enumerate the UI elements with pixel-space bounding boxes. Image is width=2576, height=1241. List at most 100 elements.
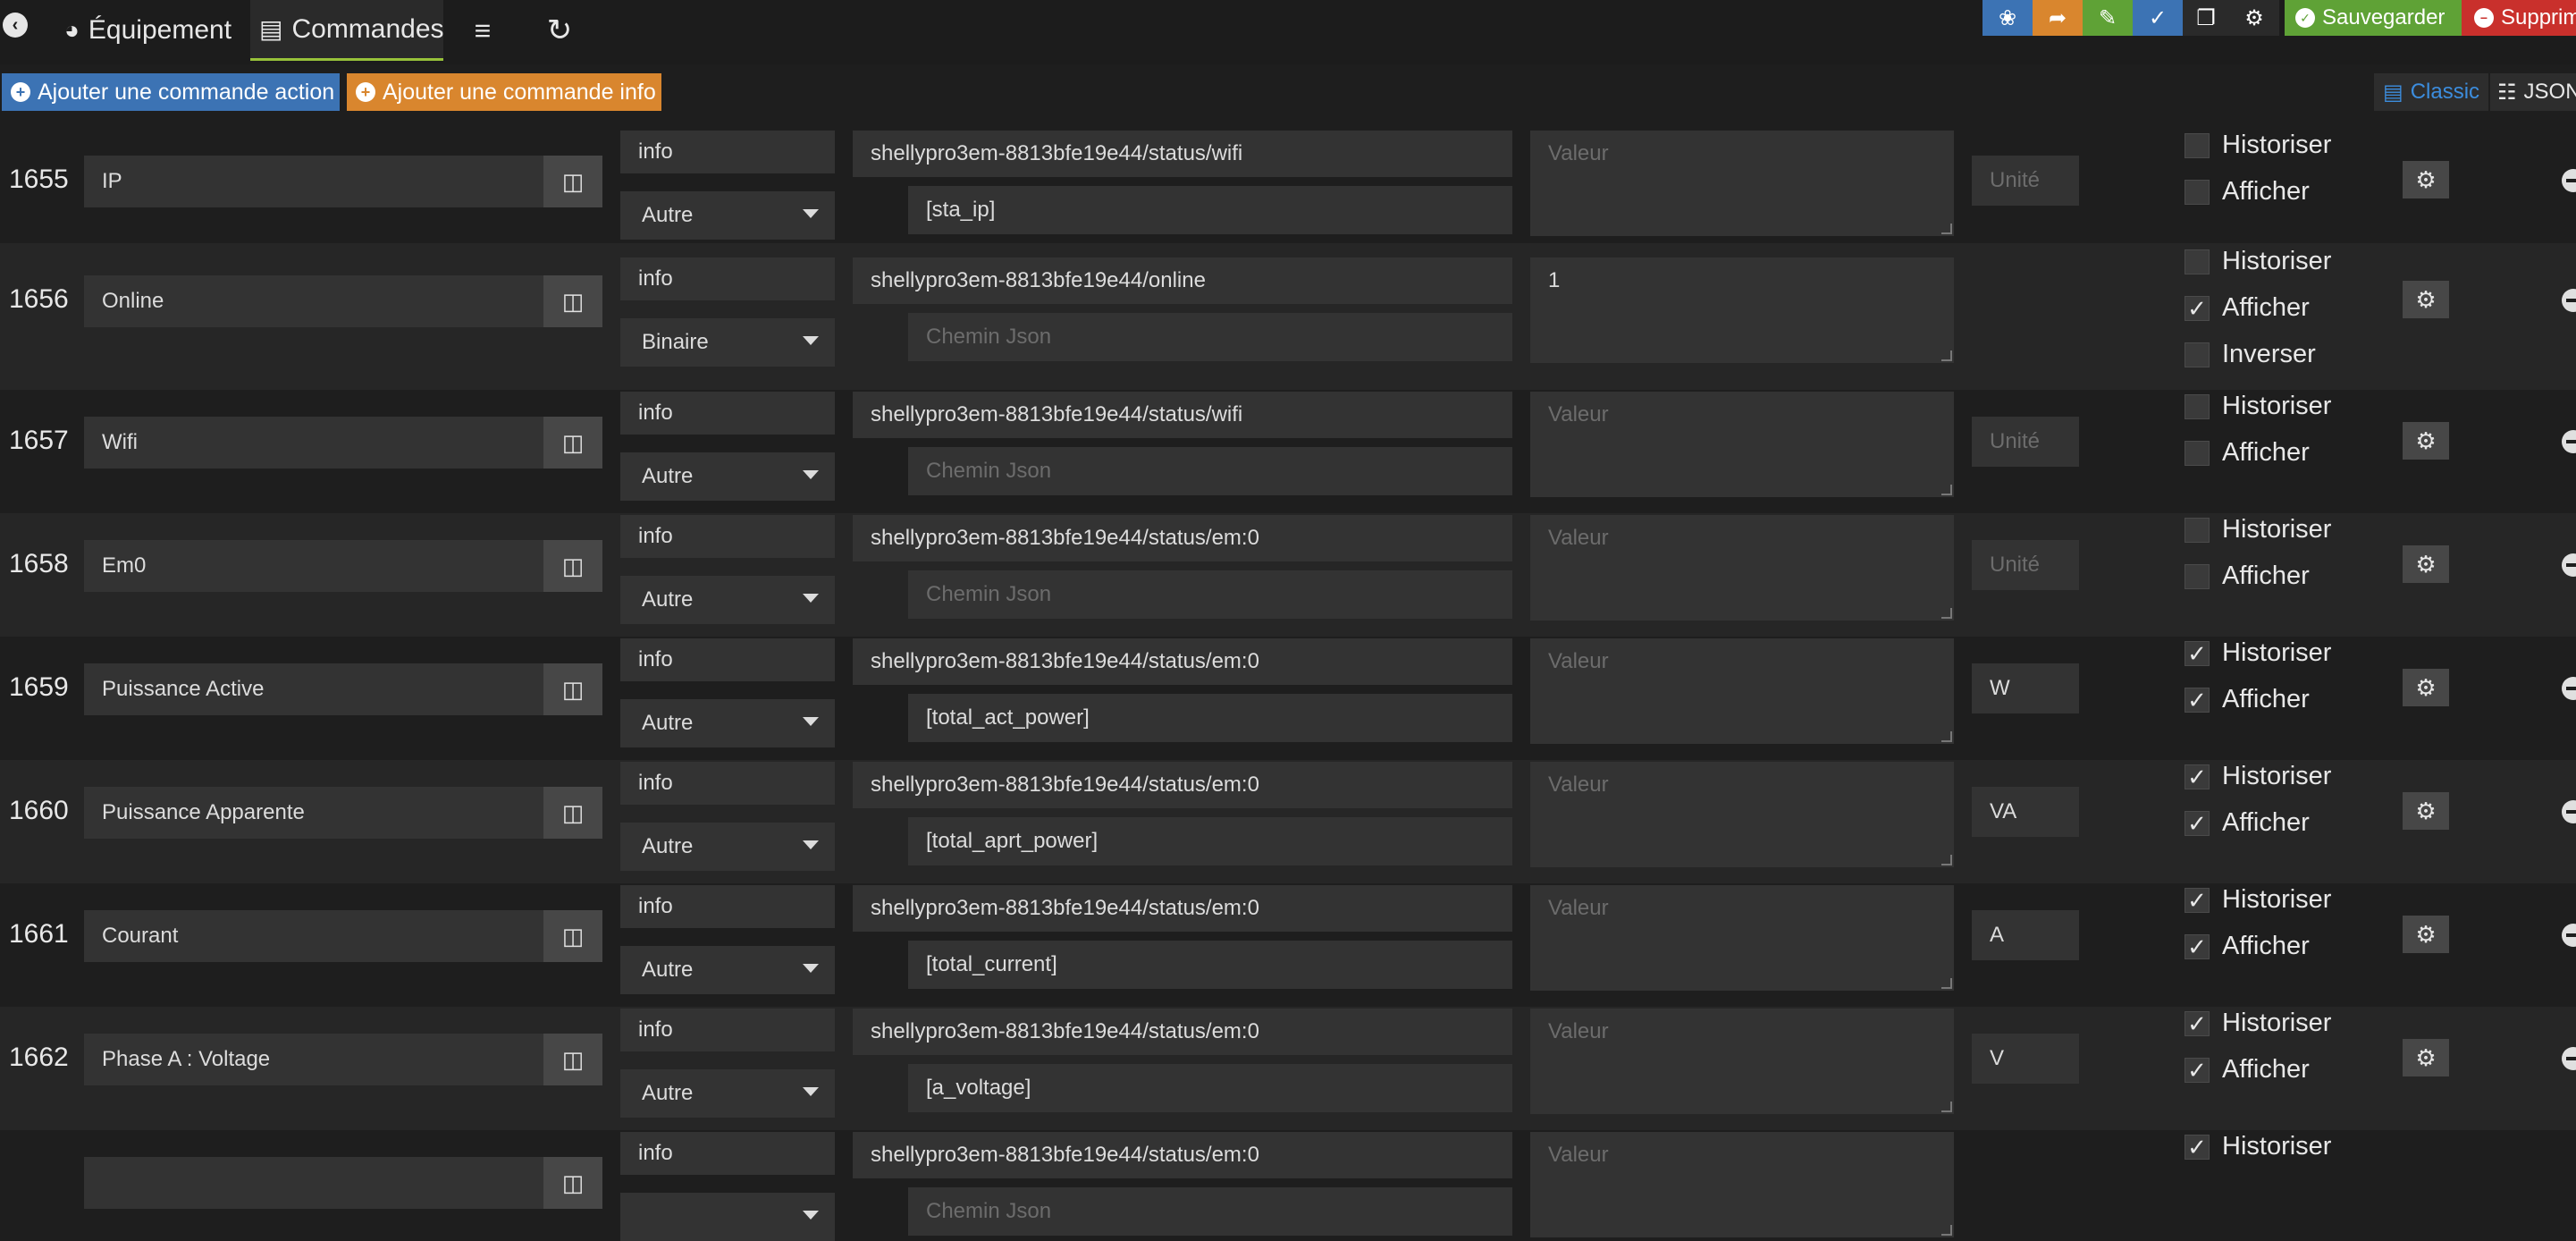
- checkbox-afficher[interactable]: Afficher: [2185, 438, 2310, 468]
- unit-input[interactable]: A: [1972, 910, 2079, 960]
- checkbox-historiser[interactable]: ✓ Historiser: [2185, 1132, 2331, 1161]
- remove-command-icon[interactable]: [2562, 800, 2576, 823]
- command-name-input[interactable]: Online: [84, 275, 543, 327]
- resize-handle[interactable]: [1941, 350, 1952, 361]
- checkbox-historiser[interactable]: Historiser: [2185, 247, 2331, 276]
- resize-handle[interactable]: [1941, 855, 1952, 865]
- command-type-select[interactable]: info: [620, 257, 835, 300]
- json-path-input[interactable]: Chemin Json: [908, 313, 1512, 361]
- command-config-button[interactable]: ⚙: [2403, 916, 2449, 953]
- view-classic-button[interactable]: ▤ Classic: [2374, 73, 2488, 111]
- checkbox-historiser[interactable]: ✓ Historiser: [2185, 638, 2331, 668]
- mqtt-topic-input[interactable]: shellypro3em-8813bfe19e44/status/em:0: [853, 638, 1512, 685]
- command-name-input[interactable]: Puissance Apparente: [84, 787, 543, 839]
- tab-equipement[interactable]: ◕ Équipement: [64, 0, 243, 61]
- command-name-input[interactable]: Wifi: [84, 417, 543, 469]
- command-subtype-select[interactable]: Autre: [620, 191, 835, 240]
- command-type-select[interactable]: info: [620, 885, 835, 928]
- json-path-input[interactable]: [a_voltage]: [908, 1064, 1512, 1112]
- value-textarea[interactable]: Valeur: [1530, 392, 1954, 497]
- command-subtype-select[interactable]: Autre: [620, 823, 835, 871]
- resize-handle[interactable]: [1941, 978, 1952, 989]
- copy-button[interactable]: ❐: [2183, 0, 2229, 36]
- command-config-button[interactable]: ⚙: [2403, 161, 2449, 198]
- command-name-input[interactable]: IP: [84, 156, 543, 207]
- configure-button[interactable]: ❀: [1983, 0, 2033, 36]
- checkbox-empty[interactable]: [2185, 249, 2210, 274]
- delete-button[interactable]: − Supprimer: [2462, 0, 2576, 36]
- remove-command-icon[interactable]: [2562, 289, 2576, 312]
- duplicate-button[interactable]: ➦: [2033, 0, 2083, 36]
- remove-command-icon[interactable]: [2562, 924, 2576, 947]
- command-subtype-select[interactable]: Autre: [620, 1069, 835, 1118]
- checkbox-historiser[interactable]: Historiser: [2185, 392, 2331, 421]
- resize-handle[interactable]: [1941, 485, 1952, 495]
- checkbox-historiser[interactable]: Historiser: [2185, 515, 2331, 545]
- check-icon[interactable]: ✓: [2185, 933, 2210, 959]
- unit-input[interactable]: Unité: [1972, 417, 2079, 467]
- unit-input[interactable]: VA: [1972, 787, 2079, 837]
- command-type-select[interactable]: info: [620, 131, 835, 173]
- check-icon[interactable]: ✓: [2185, 687, 2210, 713]
- icon-picker-button[interactable]: ◫: [543, 1034, 602, 1085]
- checkbox-afficher[interactable]: ✓ Afficher: [2185, 293, 2310, 323]
- add-info-command-button[interactable]: + Ajouter une commande info: [347, 73, 661, 111]
- value-textarea[interactable]: Valeur: [1530, 638, 1954, 744]
- icon-picker-button[interactable]: ◫: [543, 787, 602, 839]
- command-subtype-select[interactable]: Autre: [620, 576, 835, 624]
- checkbox-afficher[interactable]: ✓ Afficher: [2185, 1055, 2310, 1085]
- command-type-select[interactable]: info: [620, 638, 835, 681]
- add-action-command-button[interactable]: + Ajouter une commande action: [2, 73, 340, 111]
- resize-handle[interactable]: [1941, 1225, 1952, 1236]
- checkbox-empty[interactable]: [2185, 563, 2210, 589]
- check-icon[interactable]: ✓: [2185, 1010, 2210, 1036]
- check-icon[interactable]: ✓: [2185, 1134, 2210, 1160]
- checkbox-historiser[interactable]: ✓ Historiser: [2185, 885, 2331, 915]
- unit-input[interactable]: V: [1972, 1034, 2079, 1084]
- checkbox-afficher[interactable]: Afficher: [2185, 561, 2310, 591]
- json-path-input[interactable]: [total_aprt_power]: [908, 817, 1512, 865]
- command-config-button[interactable]: ⚙: [2403, 1039, 2449, 1076]
- checkbox-afficher[interactable]: ✓ Afficher: [2185, 808, 2310, 838]
- command-name-input[interactable]: [84, 1157, 543, 1209]
- check-icon[interactable]: ✓: [2185, 887, 2210, 913]
- value-textarea[interactable]: Valeur: [1530, 762, 1954, 867]
- checkbox-empty[interactable]: [2185, 342, 2210, 367]
- value-textarea[interactable]: 1: [1530, 257, 1954, 363]
- view-json-button[interactable]: ☷ JSON: [2490, 73, 2576, 111]
- icon-picker-button[interactable]: ◫: [543, 663, 602, 715]
- back-button[interactable]: ‹: [0, 7, 30, 43]
- mqtt-topic-input[interactable]: shellypro3em-8813bfe19e44/status/em:0: [853, 1132, 1512, 1178]
- command-type-select[interactable]: info: [620, 392, 835, 435]
- advanced-config-button[interactable]: ⚙: [2229, 0, 2279, 36]
- checkbox-afficher[interactable]: Afficher: [2185, 177, 2310, 207]
- save-button[interactable]: ✓ Sauvegarder: [2285, 0, 2462, 36]
- command-name-input[interactable]: Puissance Active: [84, 663, 543, 715]
- checkbox-afficher[interactable]: ✓ Afficher: [2185, 932, 2310, 961]
- command-subtype-select[interactable]: [620, 1193, 835, 1241]
- mqtt-topic-input[interactable]: shellypro3em-8813bfe19e44/status/wifi: [853, 131, 1512, 177]
- icon-picker-button[interactable]: ◫: [543, 417, 602, 469]
- remove-command-icon[interactable]: [2562, 553, 2576, 577]
- command-subtype-select[interactable]: Autre: [620, 699, 835, 747]
- command-config-button[interactable]: ⚙: [2403, 281, 2449, 318]
- edit-button[interactable]: ✎: [2083, 0, 2133, 36]
- remove-command-icon[interactable]: [2562, 169, 2576, 192]
- command-type-select[interactable]: info: [620, 762, 835, 805]
- mqtt-topic-input[interactable]: shellypro3em-8813bfe19e44/status/em:0: [853, 762, 1512, 808]
- command-config-button[interactable]: ⚙: [2403, 422, 2449, 460]
- checkbox-empty[interactable]: [2185, 393, 2210, 419]
- tab-align-left[interactable]: ≡: [458, 0, 508, 61]
- mqtt-topic-input[interactable]: shellypro3em-8813bfe19e44/status/em:0: [853, 1009, 1512, 1055]
- tab-commandes[interactable]: ▤ Commandes: [250, 0, 444, 61]
- value-textarea[interactable]: Valeur: [1530, 885, 1954, 991]
- value-textarea[interactable]: Valeur: [1530, 1009, 1954, 1114]
- checkbox-empty[interactable]: [2185, 179, 2210, 205]
- check-icon[interactable]: ✓: [2185, 764, 2210, 789]
- checkbox-empty[interactable]: [2185, 517, 2210, 543]
- remove-command-icon[interactable]: [2562, 430, 2576, 453]
- check-button[interactable]: ✓: [2133, 0, 2183, 36]
- json-path-input[interactable]: [sta_ip]: [908, 186, 1512, 234]
- command-config-button[interactable]: ⚙: [2403, 669, 2449, 706]
- icon-picker-button[interactable]: ◫: [543, 156, 602, 207]
